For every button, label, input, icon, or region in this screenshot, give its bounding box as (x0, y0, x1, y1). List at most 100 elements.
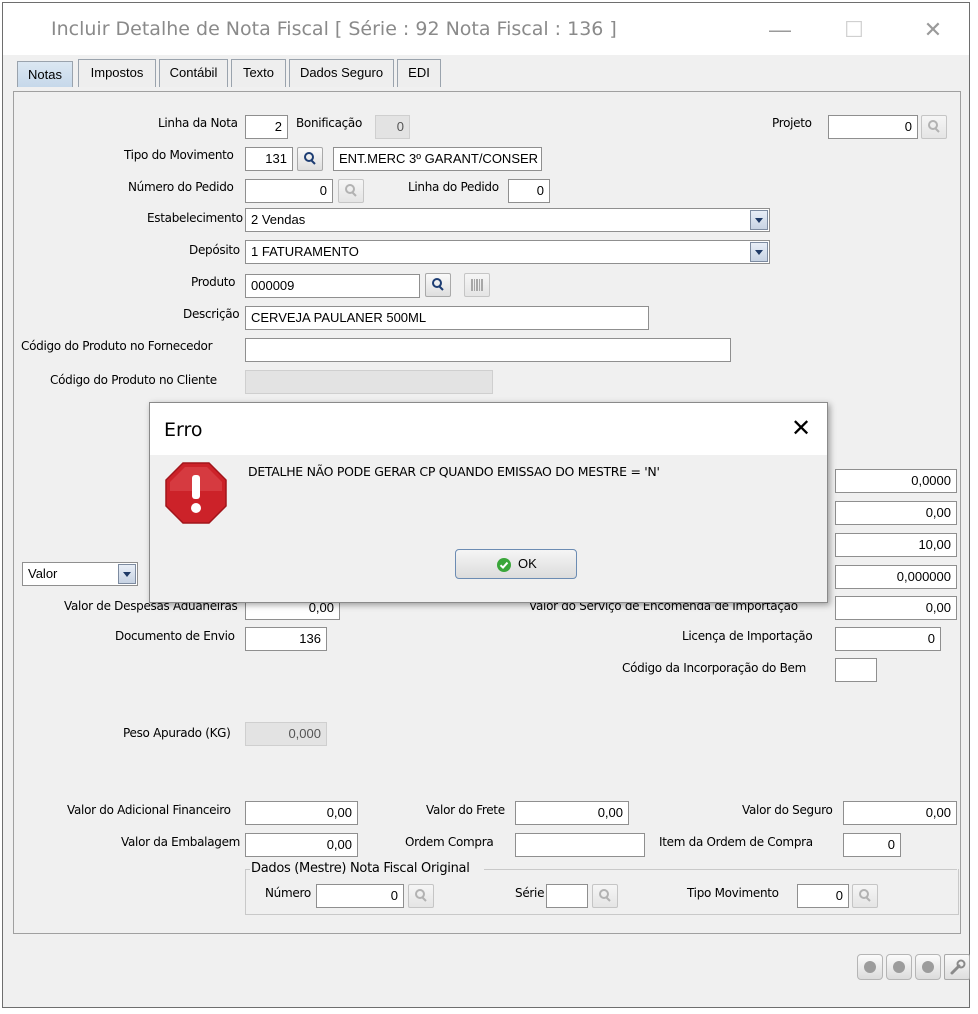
licenca-label: Licença de Importação (682, 629, 813, 643)
mestre-numero-label: Número (265, 886, 311, 900)
settings-button[interactable] (944, 954, 970, 980)
linha-nota-label: Linha da Nota (158, 116, 238, 130)
servico-encomenda-input[interactable]: 0,00 (835, 596, 957, 620)
item-ordem-input[interactable]: 0 (843, 833, 901, 857)
dialog-close-button[interactable]: ✕ (787, 415, 815, 443)
toolbar-button-1[interactable] (857, 954, 883, 980)
search-icon (345, 184, 357, 197)
estab-select[interactable]: 2 Vendas (245, 208, 770, 232)
frete-input[interactable]: 0,00 (515, 801, 629, 825)
projeto-label: Projeto (772, 116, 812, 130)
close-button[interactable]: ✕ (913, 13, 953, 47)
ok-label: OK (518, 556, 537, 571)
estab-value: 2 Vendas (251, 212, 306, 227)
incorporacao-label: Código da Incorporação do Bem (622, 661, 806, 675)
cod-cliente-label: Código do Produto no Cliente (50, 373, 217, 387)
chevron-down-icon (118, 564, 136, 584)
cod-fornecedor-input[interactable] (245, 338, 731, 362)
chevron-down-icon (750, 210, 768, 230)
valor-select-value: Valor (28, 566, 58, 581)
tab-notas[interactable]: Notas (17, 61, 73, 87)
tab-contabil[interactable]: Contábil (159, 59, 228, 87)
check-icon (497, 558, 511, 572)
mestre-tipo-mov-input[interactable]: 0 (797, 884, 849, 908)
doc-envio-input[interactable]: 136 (245, 627, 327, 651)
dialog-title: Erro (164, 419, 203, 441)
search-icon (304, 152, 316, 165)
dialog-header: Erro ✕ (150, 403, 827, 455)
mestre-numero-search-button[interactable] (408, 884, 434, 908)
right-value-4[interactable]: 0,000000 (835, 565, 957, 589)
produto-input[interactable]: 000009 (245, 274, 420, 298)
embalagem-input[interactable]: 0,00 (245, 833, 358, 857)
right-value-1[interactable]: 0,0000 (835, 469, 957, 493)
bonificacao-label: Bonificação (296, 116, 363, 130)
toolbar-button-3[interactable] (915, 954, 941, 980)
bottom-toolbar (3, 936, 969, 1007)
tab-dados-seguro[interactable]: Dados Seguro (289, 59, 394, 87)
cod-cliente-input (245, 370, 493, 394)
linha-nota-input[interactable]: 2 (245, 115, 288, 139)
tipo-mov-input[interactable]: 131 (245, 147, 293, 171)
mestre-serie-search-button[interactable] (592, 884, 618, 908)
cod-fornecedor-label: Código do Produto no Fornecedor (21, 339, 213, 353)
search-icon (415, 889, 427, 902)
num-pedido-search-button[interactable] (338, 179, 364, 203)
bonificacao-input: 0 (375, 115, 410, 139)
tipo-mov-search-button[interactable] (297, 147, 323, 171)
seguro-input[interactable]: 0,00 (843, 801, 957, 825)
search-icon (859, 889, 871, 902)
toolbar-button-2[interactable] (886, 954, 912, 980)
wrench-icon (950, 959, 966, 975)
mestre-serie-label: Série (515, 886, 545, 900)
right-value-2[interactable]: 0,00 (835, 501, 957, 525)
adic-fin-input[interactable]: 0,00 (245, 801, 358, 825)
mestre-tipo-mov-search-button[interactable] (852, 884, 878, 908)
seguro-label: Valor do Seguro (742, 803, 833, 817)
linha-pedido-label: Linha do Pedido (408, 180, 499, 194)
ok-button[interactable]: OK (455, 549, 577, 579)
error-dialog: Erro ✕ DETALHE NÃO PODE GERAR CP QUANDO … (149, 402, 828, 603)
tipo-mov-label: Tipo do Movimento (124, 148, 234, 162)
tab-texto[interactable]: Texto (231, 59, 286, 87)
incorporacao-input[interactable] (835, 658, 877, 682)
maximize-button[interactable]: ☐ (834, 13, 874, 47)
search-icon (432, 278, 444, 291)
produto-search-button[interactable] (425, 273, 451, 297)
adic-fin-label: Valor do Adicional Financeiro (67, 803, 231, 817)
descricao-label: Descrição (183, 307, 240, 321)
peso-input: 0,000 (245, 722, 327, 746)
peso-label: Peso Apurado (KG) (123, 726, 231, 740)
mestre-numero-input[interactable]: 0 (316, 884, 404, 908)
tipo-mov-desc: ENT.MERC 3º GARANT/CONSER (333, 147, 542, 171)
mestre-group-title: Dados (Mestre) Nota Fiscal Original (251, 861, 470, 876)
valor-select[interactable]: Valor (22, 562, 138, 586)
window-title: Incluir Detalhe de Nota Fiscal [ Série :… (51, 18, 617, 40)
descricao-input[interactable]: CERVEJA PAULANER 500ML (245, 306, 649, 330)
projeto-search-button[interactable] (921, 115, 947, 139)
mestre-tipo-mov-label: Tipo Movimento (687, 886, 779, 900)
search-icon (599, 889, 611, 902)
right-value-3[interactable]: 10,00 (835, 533, 957, 557)
minimize-button[interactable]: — (760, 13, 800, 47)
deposito-select[interactable]: 1 FATURAMENTO (245, 240, 770, 264)
produto-label: Produto (191, 275, 236, 289)
num-pedido-label: Número do Pedido (128, 180, 234, 194)
tab-impostos[interactable]: Impostos (78, 59, 156, 87)
barcode-button[interactable] (464, 273, 490, 297)
mestre-serie-input[interactable] (546, 884, 588, 908)
projeto-input[interactable]: 0 (828, 115, 918, 139)
linha-pedido-input[interactable]: 0 (508, 179, 550, 203)
search-icon (928, 120, 940, 133)
dialog-message: DETALHE NÃO PODE GERAR CP QUANDO EMISSAO… (248, 464, 660, 479)
barcode-icon (471, 279, 483, 291)
num-pedido-input[interactable]: 0 (245, 179, 333, 203)
deposito-label: Depósito (189, 243, 240, 257)
ordem-compra-input[interactable] (515, 833, 645, 857)
title-bar: Incluir Detalhe de Nota Fiscal [ Série :… (3, 3, 969, 55)
ordem-compra-label: Ordem Compra (405, 835, 494, 849)
licenca-input[interactable]: 0 (835, 627, 941, 651)
error-icon (165, 462, 227, 524)
tab-edi[interactable]: EDI (397, 59, 441, 87)
chevron-down-icon (750, 242, 768, 262)
